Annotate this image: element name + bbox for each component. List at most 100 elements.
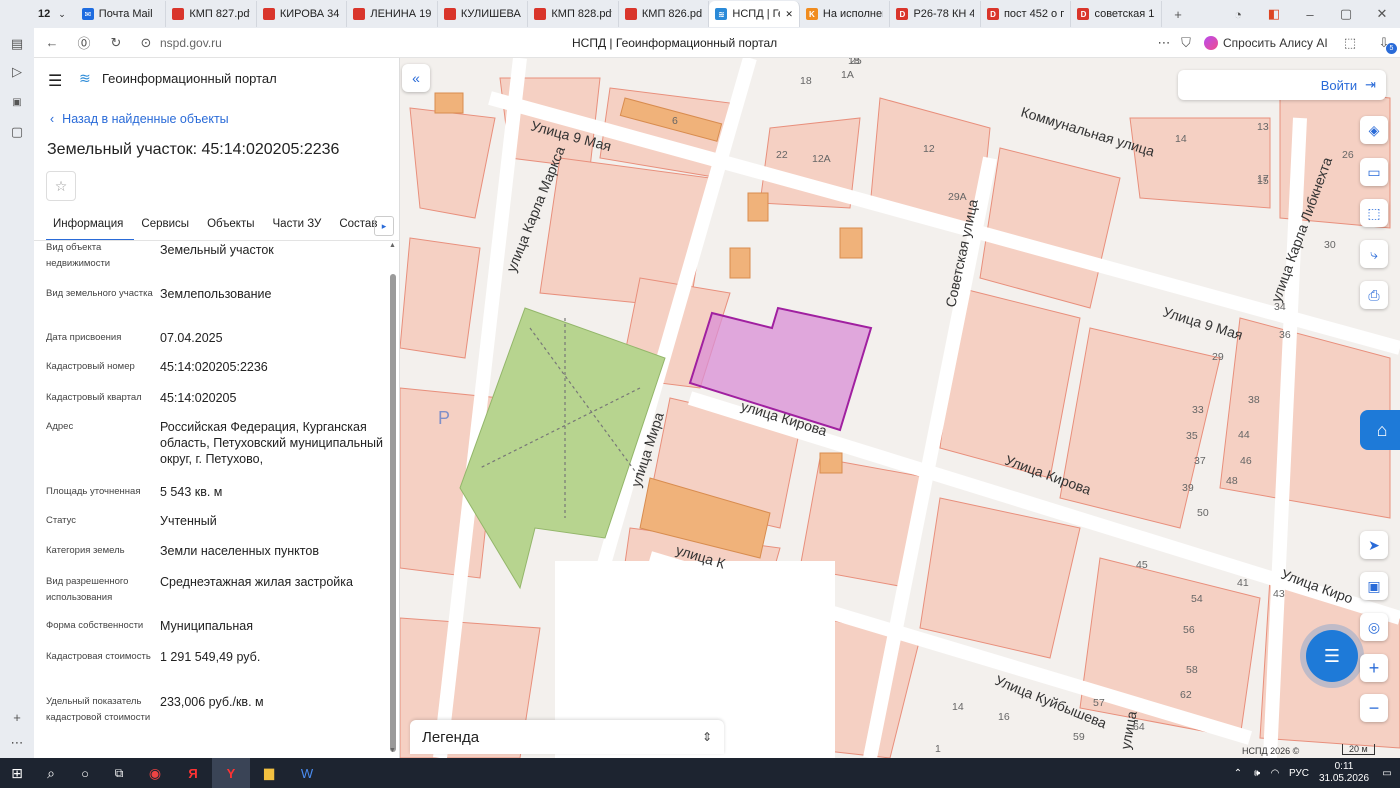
- windows-taskbar: ⊞ ⌕ ○ ⧉ ◉ Я Y ▆ W ⌃ 🕪 ◠ РУС 0:11 31.05.2…: [0, 758, 1400, 788]
- cortana-icon[interactable]: ○: [68, 766, 102, 781]
- tab-parts[interactable]: Части ЗУ: [266, 216, 333, 241]
- network-icon[interactable]: ◠: [1266, 768, 1284, 779]
- house-number: 41: [1237, 577, 1249, 589]
- locate-button[interactable]: ➤: [1360, 531, 1388, 559]
- attribute-key: Форма собственности: [46, 620, 144, 631]
- tab-services[interactable]: Сервисы: [134, 216, 200, 241]
- menu-icon[interactable]: ☰: [48, 71, 62, 91]
- app-word-icon[interactable]: W: [288, 766, 326, 781]
- house-number: 14: [1175, 133, 1187, 145]
- window-close-icon[interactable]: ✕: [1372, 4, 1392, 24]
- favorite-button[interactable]: ☆: [46, 171, 76, 201]
- attribute-row: Вид объекта недвижимости Земельный участо…: [46, 242, 386, 272]
- ruler-button[interactable]: ▭: [1360, 158, 1388, 186]
- yandex-icon[interactable]: ⓪: [74, 33, 94, 53]
- url-field[interactable]: nspd.gov.ru: [160, 36, 400, 50]
- chevron-left-icon: ‹: [50, 112, 55, 126]
- house-number: 18: [800, 75, 812, 87]
- browser-tab[interactable]: ✉ Почта Mail: [76, 1, 167, 27]
- tab-label: НСПД | Гео: [732, 8, 780, 20]
- search-icon[interactable]: ⌕: [34, 765, 68, 782]
- bookmark-app-icon[interactable]: ◧: [1264, 4, 1284, 24]
- bookmark-icon[interactable]: ⛉: [1176, 33, 1196, 53]
- tab-info[interactable]: Информация: [46, 216, 135, 241]
- play-icon[interactable]: ▷: [7, 62, 27, 82]
- login-button[interactable]: Войти ⇥: [1178, 70, 1386, 100]
- browser-tab[interactable]: ≋ НСПД | Гео ✕: [709, 1, 800, 27]
- scroll-down-icon[interactable]: ▼: [389, 747, 396, 754]
- app-explorer-icon[interactable]: ▆: [250, 765, 288, 781]
- house-number: 13: [1257, 121, 1269, 133]
- select-area-button[interactable]: ⬚: [1360, 199, 1388, 227]
- print-button[interactable]: ⎙: [1360, 281, 1388, 309]
- tab-objects[interactable]: Объекты: [200, 216, 265, 241]
- reload-icon[interactable]: ↻: [106, 33, 126, 53]
- start-icon[interactable]: ⊞: [0, 765, 34, 782]
- legend-panel[interactable]: Легенда ⇕: [410, 720, 724, 754]
- collections-icon[interactable]: ▤: [7, 34, 27, 54]
- attribute-value: 5 543 кв. м: [160, 485, 223, 499]
- maximize-icon[interactable]: ▢: [1336, 4, 1356, 24]
- clock[interactable]: 0:11 31.05.2026: [1314, 761, 1374, 785]
- chat-button[interactable]: ☰: [1306, 630, 1358, 682]
- house-number: 62: [1180, 689, 1192, 701]
- zoom-out-button[interactable]: −: [1360, 694, 1388, 722]
- browser-tab[interactable]: КИРОВА 34.g: [257, 1, 348, 27]
- panel-scrollbar[interactable]: [390, 274, 396, 752]
- attribute-row: Удельный показатель кадастровой стоимост…: [46, 694, 386, 726]
- app-yandex-browser-icon[interactable]: Y: [212, 758, 250, 788]
- calendar-icon[interactable]: ▣: [7, 92, 27, 112]
- browser-tab[interactable]: ЛЕНИНА 19С: [347, 1, 438, 27]
- tab-close-icon[interactable]: ✕: [785, 9, 793, 20]
- new-tab-icon[interactable]: +: [1168, 4, 1188, 24]
- more-icon[interactable]: ⋯: [7, 733, 27, 753]
- back-arrow-icon[interactable]: ←: [42, 33, 62, 53]
- back-to-results-link[interactable]: ‹ Назад в найденные объекты: [50, 112, 229, 126]
- tab-favicon-icon: [353, 8, 366, 20]
- notifications-icon[interactable]: ▭: [1374, 768, 1400, 779]
- extensions-icon[interactable]: ⬚: [1340, 33, 1360, 53]
- volume-icon[interactable]: 🕪: [1248, 768, 1266, 779]
- minimap-button[interactable]: ▣: [1360, 572, 1388, 600]
- language-indicator[interactable]: РУС: [1284, 768, 1314, 779]
- task-view-icon[interactable]: ⧉: [102, 766, 136, 781]
- attribute-key: Вид земельного участка: [46, 288, 153, 299]
- attribute-value: Учтенный: [160, 514, 217, 528]
- scroll-up-icon[interactable]: ▲: [389, 242, 396, 249]
- tray-chevron-icon[interactable]: ⌃: [1228, 768, 1248, 779]
- browser-tab[interactable]: Dпост 452 о пр: [981, 1, 1072, 27]
- app-yandex-icon[interactable]: Я: [174, 766, 212, 781]
- geo-search-button[interactable]: ◎: [1360, 613, 1388, 641]
- chatbot-side-icon[interactable]: ⌂: [1360, 410, 1400, 450]
- tab-favicon-icon: [172, 8, 185, 20]
- browser-tab[interactable]: Dсоветская 12: [1071, 1, 1162, 27]
- attribute-key: Вид объекта недвижимости: [46, 242, 111, 269]
- browser-tab[interactable]: КМП 827.pdf: [166, 1, 257, 27]
- share-button[interactable]: ⤷: [1360, 240, 1388, 268]
- app-chrome-icon[interactable]: ◉: [136, 765, 174, 782]
- add-panel-icon[interactable]: +: [7, 707, 27, 727]
- tab-label: КМП 828.pdf: [551, 8, 612, 20]
- alice-button[interactable]: Спросить Алису AI: [1204, 35, 1328, 50]
- messenger-icon[interactable]: ▢: [7, 122, 27, 142]
- zoom-in-button[interactable]: +: [1360, 654, 1388, 682]
- attribute-key: Категория земель: [46, 545, 125, 556]
- site-info-icon[interactable]: ⊙: [136, 33, 156, 53]
- map-canvas[interactable]: Р Улица 9 МаяУлица 9 МаяКоммунальная ули…: [400, 58, 1400, 758]
- browser-tab[interactable]: КУЛИШЕВА: [438, 1, 529, 27]
- browser-tab[interactable]: D Р26-78 КН 45: [890, 1, 981, 27]
- more-menu-icon[interactable]: ⋯: [1154, 33, 1174, 53]
- layers-button[interactable]: ◈: [1360, 116, 1388, 144]
- profile-icon[interactable]: ◔: [1228, 4, 1248, 24]
- star-icon: ☆: [54, 177, 68, 194]
- tab-counter[interactable]: 12 ⌄: [34, 8, 76, 20]
- house-number: 43: [1273, 588, 1285, 600]
- cadastral-map[interactable]: Р Улица 9 Мая Улица 9 Мая Коммунальная ули…: [400, 58, 1400, 758]
- tabs-scroll-right-button[interactable]: ▸: [374, 216, 394, 236]
- tab-favicon-icon: [262, 8, 275, 20]
- minimize-icon[interactable]: –: [1300, 4, 1320, 24]
- browser-tab[interactable]: КМП 826.pdf: [619, 1, 710, 27]
- collapse-panel-button[interactable]: «: [402, 64, 430, 92]
- browser-tab[interactable]: K На исполнен: [800, 1, 891, 27]
- browser-tab[interactable]: КМП 828.pdf: [528, 1, 619, 27]
